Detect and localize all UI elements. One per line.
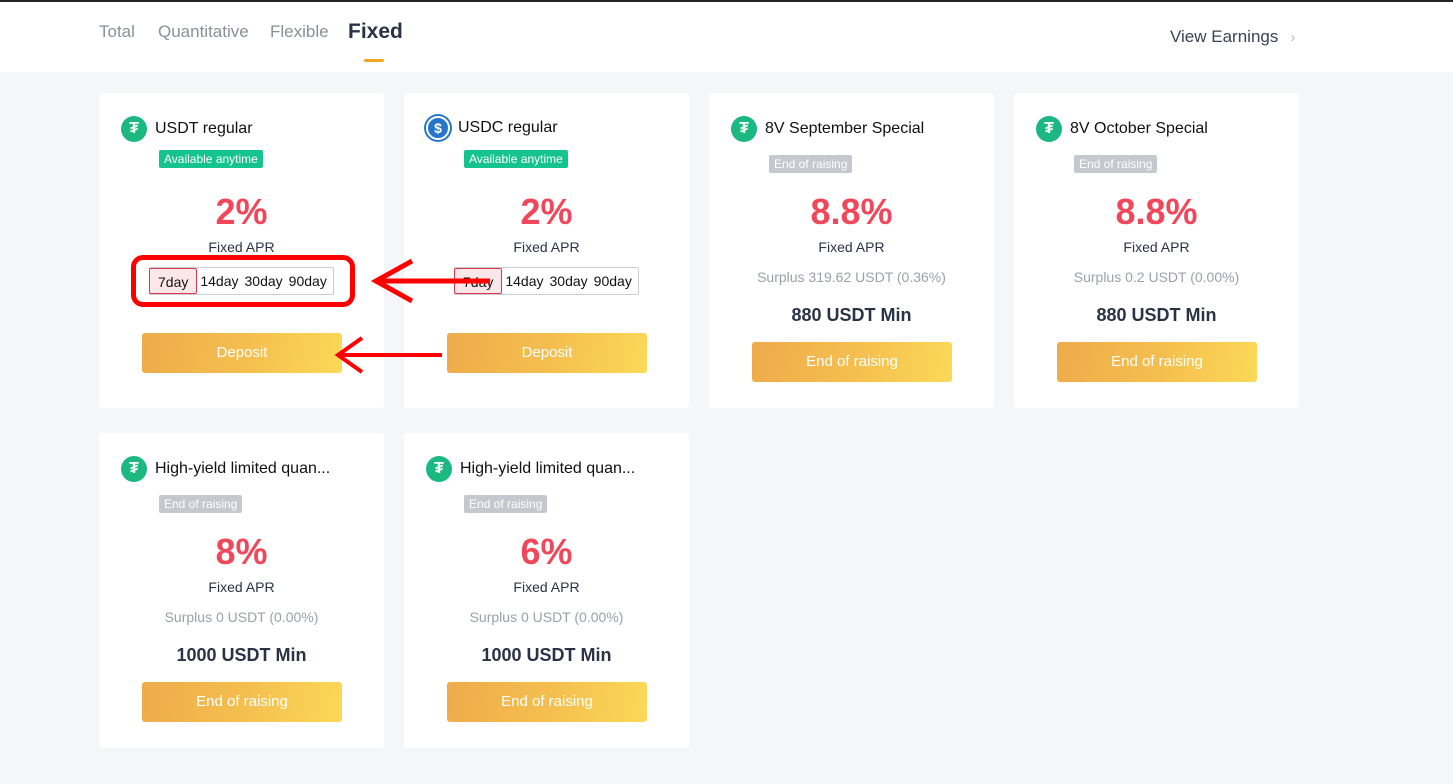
annotation-arrows bbox=[334, 258, 490, 374]
arrow-left-icon bbox=[370, 258, 490, 304]
arrow-left-icon bbox=[334, 336, 442, 374]
